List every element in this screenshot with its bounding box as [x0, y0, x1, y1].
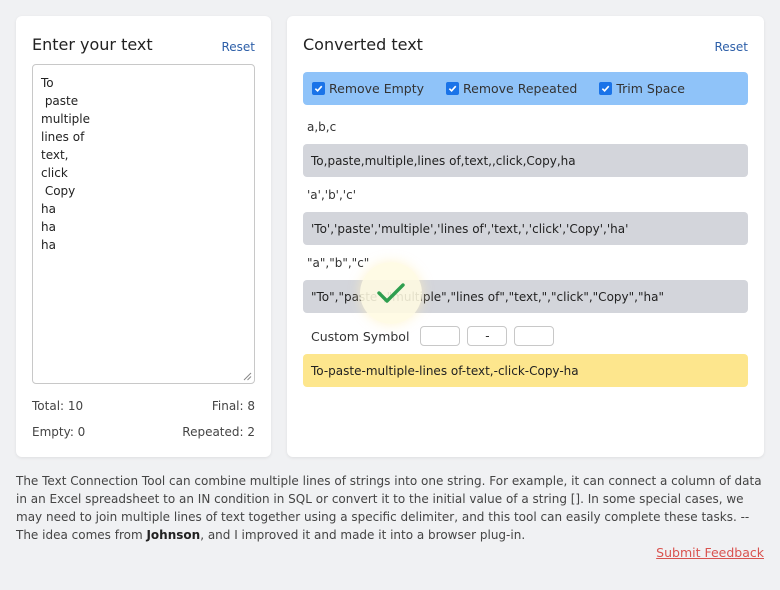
tool-description: The Text Connection Tool can combine mul…	[16, 472, 766, 544]
custom-symbol-row: Custom Symbol -	[311, 326, 555, 346]
description-text: , and I improved it and made it into a b…	[200, 528, 526, 542]
input-line: Copy	[41, 184, 76, 198]
result-comma[interactable]: To,paste,multiple,lines of,text,,click,C…	[303, 144, 748, 177]
input-line: lines of	[41, 130, 85, 144]
total-count: Total: 10	[32, 399, 84, 413]
check-icon	[377, 283, 405, 303]
input-line: text,	[41, 148, 69, 162]
stats-row: Total: 10 Final: 8	[32, 399, 255, 413]
output-panel-title: Converted text	[303, 35, 423, 54]
input-line: multiple	[41, 112, 91, 126]
format-label-double-quote: "a","b","c"	[307, 256, 370, 270]
remove-repeated-option[interactable]: Remove Repeated	[446, 81, 577, 96]
empty-count: Empty: 0	[32, 425, 86, 439]
options-bar: Remove Empty Remove Repeated Trim Space	[303, 72, 748, 105]
checkbox-checked-icon[interactable]	[599, 82, 613, 95]
prefix-input[interactable]	[420, 326, 461, 346]
input-line: paste	[41, 94, 79, 108]
checkbox-checked-icon[interactable]	[446, 82, 460, 95]
checkbox-checked-icon[interactable]	[312, 82, 325, 95]
delimiter-input[interactable]: -	[467, 326, 508, 346]
input-line: ha	[41, 238, 56, 252]
output-reset-link[interactable]: Reset	[714, 40, 748, 54]
repeated-count: Repeated: 2	[182, 425, 255, 439]
author-name: Johnson	[146, 528, 201, 542]
input-panel-title: Enter your text	[32, 35, 153, 54]
format-label-comma: a,b,c	[307, 120, 337, 134]
final-count: Final: 8	[211, 399, 255, 413]
option-label: Remove Repeated	[463, 81, 578, 96]
remove-empty-option[interactable]: Remove Empty	[312, 81, 424, 96]
option-label: Remove Empty	[329, 81, 425, 96]
input-line: click	[41, 166, 68, 180]
option-label: Trim Space	[616, 81, 685, 96]
trim-space-option[interactable]: Trim Space	[599, 81, 685, 96]
format-label-single-quote: 'a','b','c'	[307, 188, 356, 202]
input-reset-link[interactable]: Reset	[221, 40, 255, 54]
copied-toast	[360, 262, 422, 324]
result-custom[interactable]: To-paste-multiple-lines of-text,-click-C…	[303, 354, 748, 387]
input-line: ha	[41, 220, 56, 234]
output-panel: Converted text Reset Remove Empty Remove…	[287, 16, 764, 457]
result-single-quote[interactable]: 'To','paste','multiple','lines of','text…	[303, 212, 748, 245]
stats-row: Empty: 0 Repeated: 2	[32, 425, 255, 439]
input-panel: Enter your text Reset To paste multiple …	[16, 16, 271, 457]
input-line: To	[41, 76, 54, 90]
resize-grip-icon[interactable]	[243, 372, 252, 381]
input-textarea[interactable]: To paste multiple lines of text, click C…	[32, 64, 255, 384]
submit-feedback-link[interactable]: Submit Feedback	[656, 545, 764, 560]
suffix-input[interactable]	[514, 326, 555, 346]
custom-symbol-label: Custom Symbol	[311, 328, 410, 344]
input-line: ha	[41, 202, 56, 216]
